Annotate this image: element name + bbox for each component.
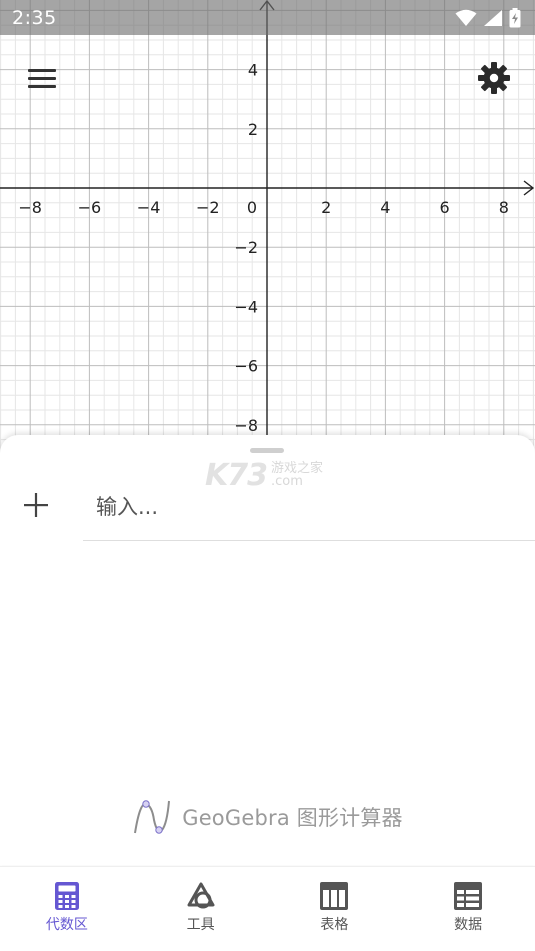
y-tick-label: −4 <box>234 297 258 316</box>
settings-button[interactable] <box>473 57 515 99</box>
origin-label: 0 <box>247 198 257 217</box>
branding-text: GeoGebra 图形计算器 <box>182 806 403 830</box>
x-tick-label: 8 <box>499 198 509 217</box>
table-icon <box>320 882 349 910</box>
menu-icon-bar <box>28 68 56 72</box>
y-tick-label: −6 <box>234 357 258 376</box>
y-tick-label: −2 <box>234 238 258 257</box>
status-time: 2:35 <box>12 6 57 29</box>
cell-signal-icon <box>484 9 502 26</box>
data-icon <box>454 882 483 910</box>
plus-icon <box>24 493 48 517</box>
status-bar: 2:35 <box>0 0 535 35</box>
nav-algebra[interactable]: 代数区 <box>0 867 134 951</box>
graph-canvas[interactable]: −8 −6 −4 −2 2 4 6 8 4 2 −2 −4 −6 −8 0 <box>0 0 535 460</box>
y-tick-label: 4 <box>248 61 258 80</box>
nav-table-label: 表格 <box>320 917 349 933</box>
x-tick-label: −2 <box>196 198 220 217</box>
geogebra-app: −8 −6 −4 −2 2 4 6 8 4 2 −2 −4 −6 −8 0 2:35 <box>0 0 535 951</box>
tools-icon <box>187 882 215 909</box>
calculator-icon <box>54 882 79 910</box>
geogebra-graphing-logo-icon <box>134 800 171 834</box>
graphics-view[interactable]: −8 −6 −4 −2 2 4 6 8 4 2 −2 −4 −6 −8 0 <box>0 0 535 460</box>
nav-data-label: 数据 <box>454 917 483 933</box>
nav-tools[interactable]: 工具 <box>134 867 268 951</box>
algebra-input[interactable] <box>83 482 513 532</box>
x-tick-label: −8 <box>18 198 42 217</box>
y-tick-label: 2 <box>248 120 258 139</box>
gear-icon <box>478 62 510 94</box>
bottom-navigation: 代数区 工具 表格 数据 <box>0 866 535 951</box>
panel-drag-handle[interactable] <box>250 448 284 453</box>
menu-button[interactable] <box>20 58 64 98</box>
nav-tools-label: 工具 <box>186 917 215 933</box>
geogebra-branding: GeoGebra 图形计算器 <box>0 797 535 837</box>
x-tick-label: 4 <box>380 198 390 217</box>
add-item-button[interactable] <box>18 487 54 523</box>
algebra-input-row <box>83 481 535 541</box>
status-icons <box>455 7 521 28</box>
wifi-icon <box>455 9 477 26</box>
menu-icon-bar <box>28 76 56 80</box>
nav-table[interactable]: 表格 <box>268 867 402 951</box>
x-tick-label: −4 <box>137 198 161 217</box>
battery-charging-icon <box>509 7 521 27</box>
x-tick-label: 2 <box>321 198 331 217</box>
x-tick-label: −6 <box>78 198 102 217</box>
nav-data[interactable]: 数据 <box>401 867 535 951</box>
x-tick-label: 6 <box>440 198 450 217</box>
algebra-panel: K73 游戏之家 .com GeoGebra 图形计算器 <box>0 435 535 865</box>
nav-algebra-label: 代数区 <box>45 917 88 933</box>
menu-icon-bar <box>28 84 56 88</box>
y-tick-label: −8 <box>234 416 258 435</box>
